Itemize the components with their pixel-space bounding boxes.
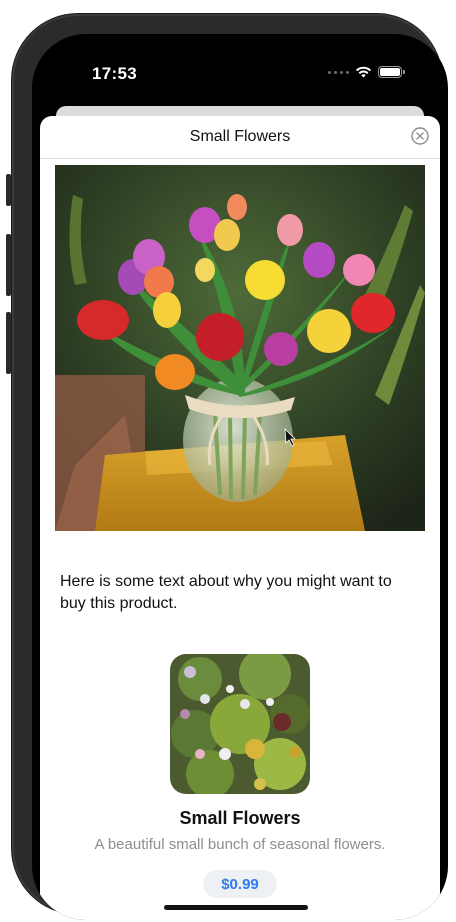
product-sheet: Small Flowers Here is some text about wh… bbox=[40, 116, 440, 920]
status-icons bbox=[328, 66, 405, 78]
cellular-signal-icon bbox=[328, 70, 349, 74]
product-thumbnail bbox=[170, 654, 310, 794]
tulip-bouquet-photo bbox=[55, 165, 425, 531]
xmark-circle-icon bbox=[411, 127, 429, 145]
screen: 17:53 Small Flowers Here is some text ab… bbox=[32, 34, 448, 920]
sheet-title: Small Flowers bbox=[189, 128, 291, 145]
close-button[interactable] bbox=[410, 126, 430, 146]
product-subtitle: A beautiful small bunch of seasonal flow… bbox=[94, 836, 386, 853]
product-description: Here is some text about why you might wa… bbox=[60, 573, 392, 612]
status-time: 17:53 bbox=[92, 64, 137, 83]
action-button bbox=[6, 174, 11, 206]
volume-down-button bbox=[6, 312, 11, 374]
status-bar: 17:53 bbox=[32, 34, 448, 104]
sheet-nav-bar: Small Flowers bbox=[40, 116, 440, 159]
wifi-icon bbox=[355, 66, 372, 78]
device-frame: 17:53 Small Flowers Here is some text ab… bbox=[6, 14, 448, 920]
battery-icon bbox=[378, 66, 405, 78]
seasonal-flowers-photo bbox=[170, 654, 310, 794]
hero-image bbox=[55, 165, 425, 531]
product-name: Small Flowers bbox=[179, 808, 301, 828]
home-indicator[interactable] bbox=[164, 905, 308, 910]
volume-up-button bbox=[6, 234, 11, 296]
price-button[interactable]: $0.99 bbox=[203, 870, 277, 898]
